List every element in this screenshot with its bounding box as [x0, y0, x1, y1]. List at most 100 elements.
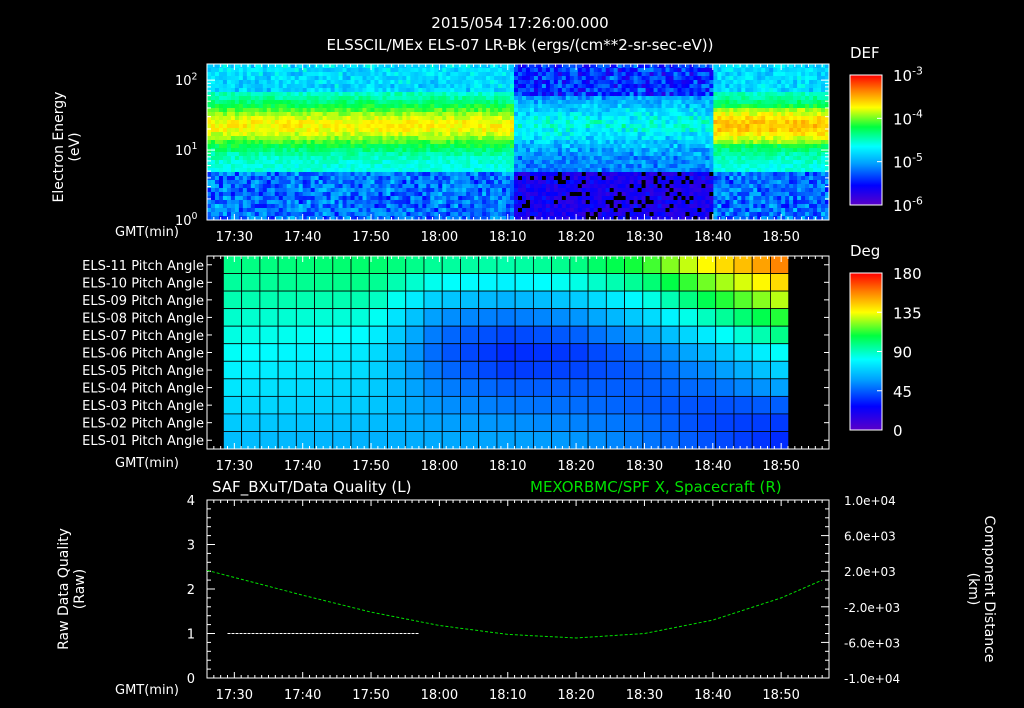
- spectrogram-cell: [306, 96, 312, 101]
- spectrogram-cell: [218, 88, 224, 93]
- spectrogram-cell: [262, 208, 268, 213]
- spectrogram-cell: [382, 72, 387, 77]
- spectrogram-cell: [342, 112, 347, 117]
- spectrogram-cell: [510, 140, 515, 145]
- spectrogram-cell: [254, 172, 260, 177]
- spectrogram-cell: [549, 100, 555, 105]
- spectrogram-cell: [342, 208, 347, 213]
- spectrogram-cell: [354, 172, 359, 177]
- spectrogram-cell: [502, 100, 507, 105]
- spectrogram-cell: [430, 192, 435, 197]
- spectrogram-cell: [605, 124, 611, 129]
- spectrogram-cell: [593, 192, 599, 197]
- spectrogram-cell: [669, 164, 674, 169]
- spectrogram-cell: [601, 144, 607, 149]
- spectrogram-cell: [498, 204, 503, 209]
- spectrogram-cell: [681, 176, 686, 181]
- spectrogram-cell: [430, 120, 435, 125]
- spectrogram-cell: [537, 160, 543, 165]
- spectrogram-cell: [653, 176, 658, 181]
- spectrogram-cell: [366, 164, 371, 169]
- spectrogram-cell: [214, 180, 220, 185]
- spectrogram-cell: [386, 108, 391, 113]
- spectrogram-cell: [330, 84, 335, 89]
- spectrogram-cell: [234, 180, 240, 185]
- spectrogram-cell: [581, 168, 587, 173]
- spectrogram-cell: [525, 160, 531, 165]
- spectrogram-cell: [569, 68, 575, 73]
- spectrogram-cell: [506, 152, 511, 157]
- spectrogram-cell: [382, 164, 387, 169]
- spectrogram-cell: [334, 140, 339, 145]
- spectrogram-cell: [541, 76, 547, 81]
- spectrogram-cell: [641, 136, 646, 141]
- spectrogram-cell: [677, 188, 682, 193]
- spectrogram-cell: [510, 128, 515, 133]
- spectrogram-cell: [653, 100, 658, 105]
- spectrogram-cell: [506, 76, 511, 81]
- spectrogram-cell: [238, 168, 244, 173]
- spectrogram-cell: [514, 92, 519, 97]
- spectrogram-cell: [242, 196, 248, 201]
- spectrogram-cell: [482, 112, 487, 117]
- spectrogram-cell: [438, 172, 443, 177]
- spectrogram-cell: [358, 208, 363, 213]
- spectrogram-cell: [681, 208, 686, 213]
- spectrogram-cell: [645, 64, 650, 69]
- spectrogram-cell: [398, 80, 403, 85]
- spectrogram-cell: [378, 140, 383, 145]
- spectrogram-cell: [462, 180, 467, 185]
- spectrogram-cell: [693, 132, 698, 137]
- spectrogram-cell: [486, 128, 491, 133]
- spectrogram-cell: [609, 112, 615, 117]
- spectrogram-cell: [410, 128, 415, 133]
- spectrogram-cell: [593, 128, 599, 133]
- spectrogram-cell: [585, 108, 591, 113]
- spectrogram-cell: [529, 208, 535, 213]
- spectrogram-cell: [537, 144, 543, 149]
- spectrogram-cell: [609, 100, 615, 105]
- spectrogram-cell: [681, 204, 686, 209]
- spectrogram-cell: [454, 80, 459, 85]
- spectrogram-cell: [370, 80, 375, 85]
- spectrogram-cell: [697, 116, 702, 121]
- spectrogram-cell: [569, 100, 575, 105]
- spectrogram-cell: [390, 200, 395, 205]
- spectrogram-cell: [350, 192, 355, 197]
- spectrogram-cell: [406, 72, 411, 77]
- spectrogram-cell: [490, 128, 495, 133]
- spectrogram-cell: [625, 80, 631, 85]
- spectrogram-cell: [545, 160, 551, 165]
- spectrogram-cell: [613, 76, 619, 81]
- spectrogram-cell: [462, 196, 467, 201]
- spectrogram-cell: [342, 80, 347, 85]
- spectrogram-cell: [330, 172, 335, 177]
- spectrogram-cell: [653, 172, 658, 177]
- spectrogram-cell: [298, 76, 304, 81]
- spectrogram-cell: [250, 156, 256, 161]
- spectrogram-cell: [657, 104, 662, 109]
- spectrogram-cell: [442, 80, 447, 85]
- spectrogram-cell: [298, 100, 304, 105]
- spectrogram-cell: [410, 176, 415, 181]
- spectrogram-cell: [621, 128, 627, 133]
- spectrogram-cell: [529, 184, 535, 189]
- spectrogram-cell: [561, 168, 567, 173]
- spectrogram-cell: [302, 212, 308, 217]
- spectrogram-cell: [474, 164, 479, 169]
- spectrogram-cell: [629, 68, 635, 73]
- spectrogram-cell: [693, 144, 698, 149]
- spectrogram-cell: [545, 168, 551, 173]
- spectrogram-cell: [529, 168, 535, 173]
- spectrogram-cell: [557, 148, 563, 153]
- spectrogram-cell: [514, 76, 519, 81]
- spectrogram-cell: [557, 188, 563, 193]
- spectrogram-cell: [454, 64, 459, 69]
- spectrogram-cell: [637, 104, 643, 109]
- spectrogram-cell: [362, 172, 367, 177]
- spectrogram-cell: [613, 160, 619, 165]
- spectrogram-cell: [406, 116, 411, 121]
- spectrogram-cell: [482, 160, 487, 165]
- spectrogram-cell: [466, 164, 471, 169]
- spectrogram-cell: [226, 152, 232, 157]
